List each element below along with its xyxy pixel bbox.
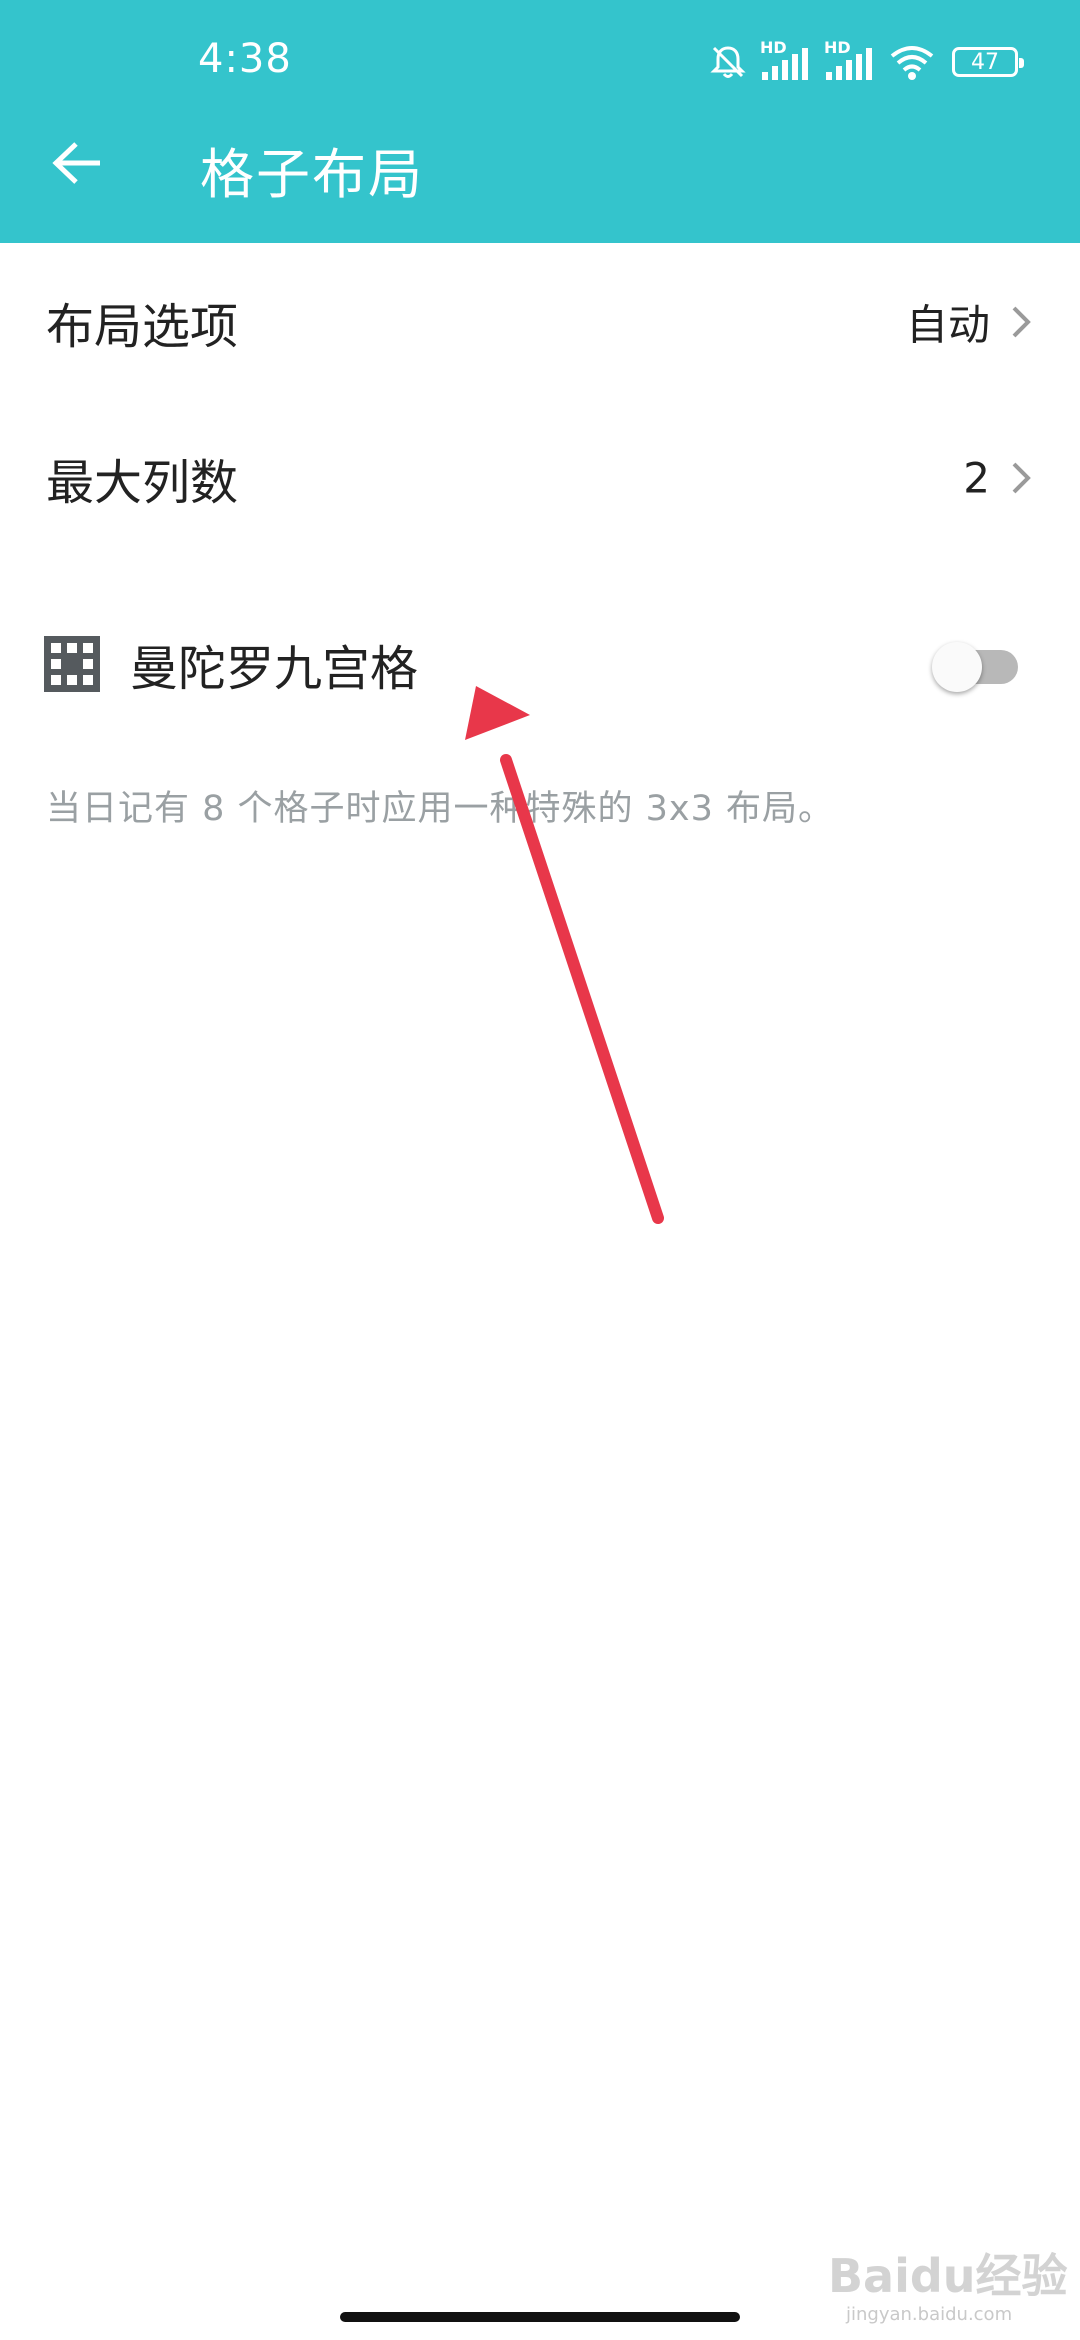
status-time: 4:38 [198,36,292,82]
layout-option-label: 布局选项 [46,299,239,355]
app-bar: 4:38 HD HD 47 格子布局 [0,0,1080,243]
status-icons: HD HD 47 [708,36,1024,88]
wifi-icon [890,46,934,80]
grid-icon [44,636,100,692]
home-indicator[interactable] [340,2312,740,2322]
bell-off-icon [710,46,746,78]
mandala-grid-toggle[interactable] [928,640,1024,692]
chevron-right-icon [1012,462,1031,494]
signal-icon: HD [760,38,812,82]
max-columns-value: 2 [963,453,990,503]
watermark-logo: Baidu经验 [828,2249,1068,2303]
layout-option-value: 自动 [905,300,990,350]
page-title: 格子布局 [200,143,424,206]
max-columns-label: 最大列数 [46,455,239,511]
arrow-left-icon [52,142,100,184]
mandala-grid-label: 曼陀罗九宫格 [130,641,419,697]
battery-icon: 47 [952,47,1024,77]
chevron-right-icon [1012,306,1031,338]
back-button[interactable] [44,129,112,197]
signal-icon: HD [824,38,876,82]
battery-level: 47 [971,49,999,75]
mandala-grid-description: 当日记有 8 个格子时应用一种特殊的 3x3 布局。 [46,789,835,829]
toggle-thumb [932,642,982,692]
layout-option-row[interactable]: 布局选项 自动 [0,247,1080,397]
max-columns-row[interactable]: 最大列数 2 [0,403,1080,553]
watermark-url: jingyan.baidu.com [846,2304,1013,2325]
